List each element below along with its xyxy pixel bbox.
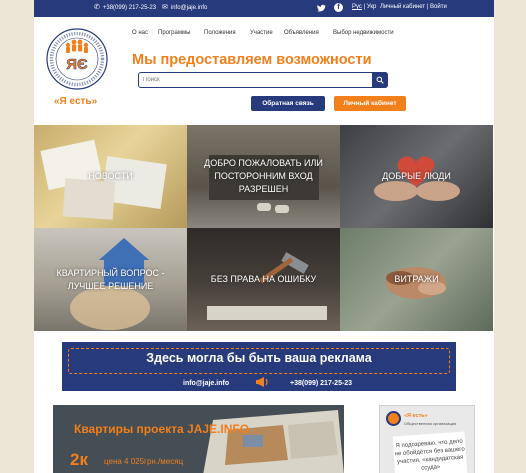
apartment-plan-image [203,410,344,473]
tile-stained-glass[interactable]: ВИТРАЖИ [340,228,493,331]
cabinet-link[interactable]: Личный кабинет [380,4,425,10]
phone-icon: ✆ [94,4,100,11]
mini-logo-icon [386,411,401,426]
language-switcher: Рус | Укр [352,4,376,10]
tile-label: ДОБРО ПОЖАЛОВАТЬ ИЛИ ПОСТОРОННИМ ВХОД РА… [204,158,323,194]
tile-housing[interactable]: КВАРТИРНЫЙ ВОПРОС - ЛУЧШЕЕ РЕШЕНИЕ [34,228,187,331]
search-button[interactable] [372,72,388,88]
page-headline: Мы предоставляем возможности [132,52,372,68]
email-link[interactable]: ✉ info@jaje.info [162,4,207,11]
nav-item-announcements[interactable]: Объявления [284,30,319,36]
lang-ua[interactable]: Укр [367,4,377,10]
account-links: Личный кабинет | Войти [380,4,447,10]
promo-apartments[interactable]: Квартиры проекта JAJE.INFO 2к цена 4 025… [53,405,344,473]
feedback-button[interactable]: Обратная связь [251,96,325,111]
tile-no-mistakes[interactable]: БЕЗ ПРАВА НА ОШИБКУ [187,228,340,331]
phone-link[interactable]: ✆ +38(099) 217-25-23 [94,4,156,11]
search-icon [376,76,384,84]
login-link[interactable]: Войти [430,4,447,10]
nav-item-regulations[interactable]: Положения [204,30,236,36]
tile-news[interactable]: НОВОСТИ [34,125,187,228]
logo-name: «Я есть» [54,96,98,107]
category-grid: НОВОСТИ ДОБРО ПОЖАЛОВАТЬ ИЛИ ПОСТОРОННИМ… [34,125,494,331]
lang-separator: | [363,4,366,10]
cabinet-button[interactable]: Личный кабинет [334,96,406,111]
lang-ru[interactable]: Рус [352,4,362,10]
top-bar: ✆ +38(099) 217-25-23 ✉ info@jaje.info f … [34,0,494,17]
tile-kind-people[interactable]: ДОБРЫЕ ЛЮДИ [340,125,493,228]
twitter-icon[interactable] [316,3,326,13]
promo-rooms: 2к [70,450,88,469]
banner-phone: +38(099) 217-25-23 [290,380,353,387]
nav-item-participation[interactable]: Участие [250,30,273,36]
nav-item-real-estate[interactable]: Выбор недвижимости [333,30,394,36]
banner-text: Здесь могла бы быть ваша реклама [146,351,372,365]
facebook-icon[interactable]: f [334,3,343,12]
tile-welcome[interactable]: ДОБРО ПОЖАЛОВАТЬ ИЛИ ПОСТОРОННИМ ВХОД РА… [187,125,340,228]
email-text: info@jaje.info [170,4,208,11]
envelope-icon: ✉ [162,4,168,11]
logo-monogram: ЯЄ [66,56,88,73]
ad-banner[interactable]: Здесь могла бы быть ваша реклама info@ja… [62,342,456,391]
nav-item-programs[interactable]: Программы [158,30,190,36]
tile-label: КВАРТИРНЫЙ ВОПРОС - ЛУЧШЕЕ РЕШЕНИЕ [56,267,165,291]
megaphone-icon [256,377,268,387]
tile-label: БЕЗ ПРАВА НА ОШИБКУ [210,274,317,284]
tile-label: ДОБРЫЕ ЛЮДИ [382,171,451,181]
tile-label: НОВОСТИ [88,171,133,181]
banner-email: info@jaje.info [183,380,230,387]
side-org: Общественная организация [404,421,457,426]
search-bar [138,72,388,88]
account-separator: | [426,4,429,10]
logo[interactable]: ЯЄ [46,28,108,90]
promo-title: Квартиры проекта JAJE.INFO [74,422,250,436]
side-name: «Я есть» [404,413,428,419]
page: ✆ +38(099) 217-25-23 ✉ info@jaje.info f … [34,0,494,473]
side-ad[interactable]: «Я есть» Общественная организация Я подо… [379,405,475,473]
phone-text: +38(099) 217-25-23 [102,4,157,11]
search-input[interactable] [143,74,369,86]
nav-item-about[interactable]: О нас [132,30,148,36]
side-quote: Я подозреваю, что дело не обойдётся без … [392,431,468,473]
promo-price: цена 4 025грн./месяц [104,457,184,466]
tile-label: ВИТРАЖИ [394,274,439,284]
